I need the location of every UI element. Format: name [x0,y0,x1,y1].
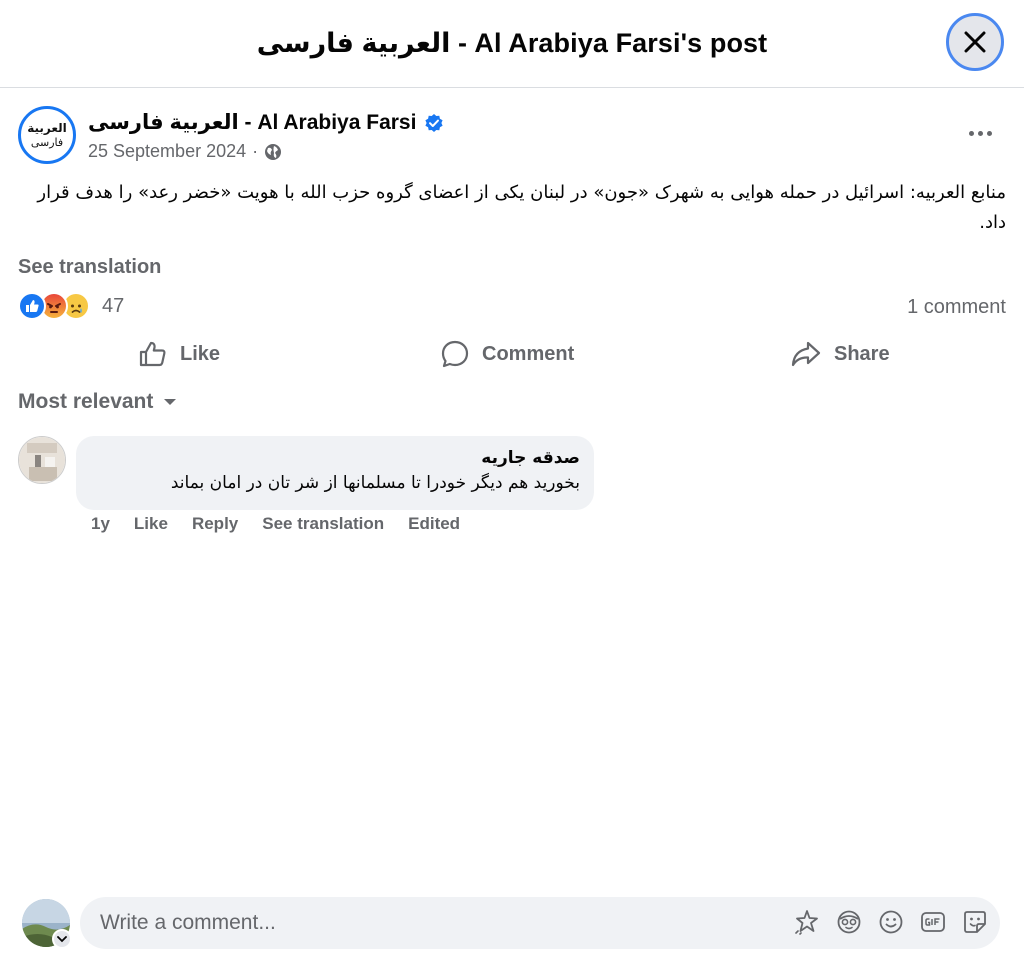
page-avatar[interactable]: العربية فارسی [18,106,76,164]
emoji-icon [879,910,903,934]
close-button[interactable] [946,13,1004,71]
comment-like-button[interactable]: Like [134,514,168,534]
account-switch-button[interactable] [52,929,72,949]
reaction-count[interactable]: 47 [102,295,124,318]
post-date[interactable]: 25 September 2024 [88,141,246,162]
verified-badge-icon [425,113,444,132]
like-icon [139,341,166,367]
close-icon [964,31,986,53]
meta-separator: · [252,141,259,161]
avatar-sticker-icon [837,910,861,934]
composer-tools [794,909,988,935]
globe-icon [265,143,282,160]
more-icon [968,130,992,136]
page-name-text[interactable]: العربية فارسی - Al Arabiya Farsi [88,110,416,135]
gif-icon [921,912,945,932]
avatar-logo-line2: فارسی [30,136,64,149]
comment-text: بخورید هم دیگر خودرا تا مسلمانها از شر ت… [170,473,580,493]
share-button[interactable]: Share [790,332,890,376]
like-label: Like [180,342,221,365]
comment-time[interactable]: 1y [91,514,110,534]
avatar-sticker-button[interactable] [836,909,862,935]
post-text: منابع العربیه: اسرائیل در حمله هوایی به … [37,182,1006,233]
see-translation-link[interactable]: See translation [18,256,161,279]
like-reaction-icon [18,292,46,320]
comment-bubble: صدقه جاریه بخورید هم دیگر خودرا تا مسلما… [76,436,594,510]
gif-button[interactable] [920,909,946,935]
share-icon [791,341,821,367]
comment-meta: 1y Like Reply See translation Edited [91,514,484,534]
chevron-down-icon [57,936,67,943]
dialog-header: العربية فارسی - Al Arabiya Farsi's post [0,0,1024,88]
comment-composer[interactable] [80,897,1000,949]
sort-label: Most relevant [18,390,154,413]
emoji-button[interactable] [878,909,904,935]
comment-input[interactable] [98,910,762,936]
comment-icon [441,340,469,368]
post-actions: Like Comment Share [0,332,1024,376]
comment-sort-dropdown[interactable]: Most relevant [18,390,177,414]
comment-label: Comment [482,342,575,365]
like-button[interactable]: Like [138,332,220,376]
comment-button[interactable]: Comment [440,332,574,376]
comment-author[interactable]: صدقه جاریه [90,446,580,470]
page-name[interactable]: العربية فارسی - Al Arabiya Farsi [88,110,444,135]
more-options-button[interactable] [960,118,1000,148]
caret-down-icon [164,399,177,405]
avatar-logo-line1: العربية [27,121,67,135]
share-label: Share [834,342,890,365]
comment-count[interactable]: 1 comment [907,296,1006,319]
dialog-title: العربية فارسی - Al Arabiya Farsi's post [256,28,768,58]
sticker-icon [795,910,818,935]
reactions-summary[interactable]: 47 [18,292,124,320]
sticker-button[interactable] [794,909,820,935]
sticker-face-icon [964,911,986,933]
post-meta: 25 September 2024 · [88,141,282,162]
commenter-avatar[interactable] [18,436,66,484]
comment-see-translation[interactable]: See translation [262,514,384,534]
comment-edited-label: Edited [408,514,461,533]
sticker-face-button[interactable] [962,909,988,935]
comment-reply-button[interactable]: Reply [192,514,238,534]
